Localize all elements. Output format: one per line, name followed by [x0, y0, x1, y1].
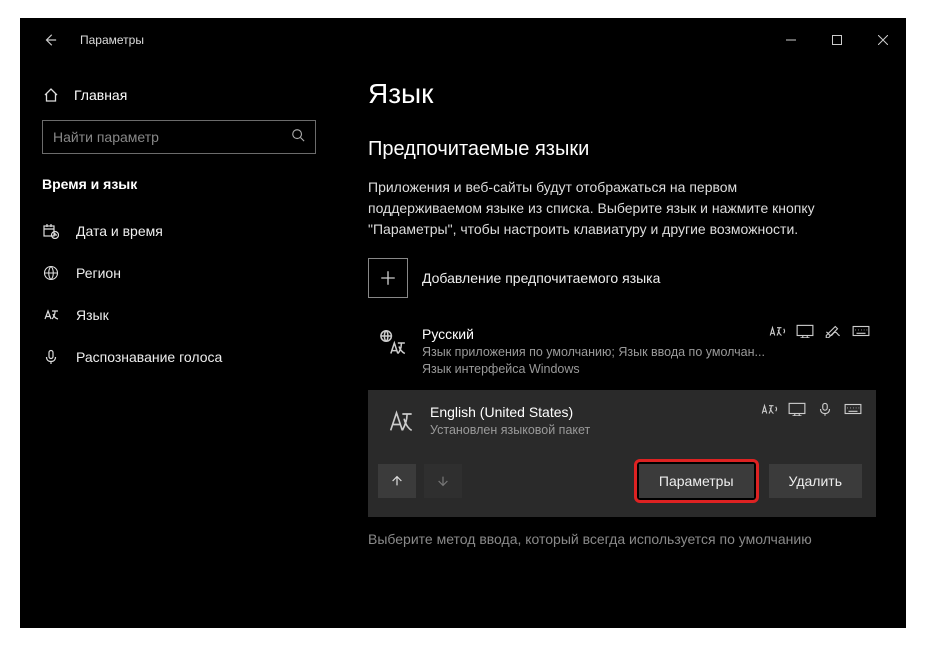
window-body: Главная Время и язык Дата и время Ре: [20, 62, 906, 628]
display-language-icon: [788, 402, 806, 416]
text-to-speech-icon: [760, 402, 778, 416]
sidebar-item-speech[interactable]: Распознавание голоса: [20, 336, 338, 378]
sidebar-item-label: Язык: [76, 307, 109, 323]
maximize-button[interactable]: [814, 24, 860, 56]
speech-icon: [816, 402, 834, 416]
keyboard-icon: [852, 324, 870, 338]
main-content: Язык Предпочитаемые языки Приложения и в…: [338, 62, 906, 628]
section-description: Приложения и веб-сайты будут отображатьс…: [368, 177, 828, 240]
language-subtext-2: Язык интерфейса Windows: [422, 362, 876, 376]
home-icon: [42, 86, 60, 104]
sidebar-item-label: Дата и время: [76, 223, 163, 239]
options-button-label: Параметры: [659, 473, 734, 489]
sidebar-home-label: Главная: [74, 87, 127, 103]
globe-icon: [42, 264, 60, 282]
page-title: Язык: [368, 78, 876, 110]
language-icon: [42, 306, 60, 324]
plus-icon: [368, 258, 408, 298]
settings-window: Параметры Главная: [20, 18, 906, 628]
sidebar-item-label: Распознавание голоса: [76, 349, 222, 365]
language-item-english-selected[interactable]: English (United States) Установлен языко…: [368, 390, 876, 518]
footer-note: Выберите метод ввода, который всегда исп…: [368, 531, 876, 547]
sidebar-item-region[interactable]: Регион: [20, 252, 338, 294]
options-button-highlight: Параметры: [634, 459, 759, 503]
language-action-row: Параметры Удалить: [376, 459, 868, 507]
sidebar-item-label: Регион: [76, 265, 121, 281]
titlebar-left: Параметры: [38, 28, 144, 52]
language-glyph-icon: [376, 326, 408, 360]
add-language-label: Добавление предпочитаемого языка: [422, 270, 660, 286]
window-title: Параметры: [80, 33, 144, 47]
text-to-speech-icon: [768, 324, 786, 338]
titlebar: Параметры: [20, 18, 906, 62]
keyboard-icon: [844, 402, 862, 416]
remove-button-label: Удалить: [789, 473, 842, 489]
window-controls: [768, 24, 906, 56]
move-up-button[interactable]: [378, 464, 416, 498]
search-box[interactable]: [42, 120, 316, 154]
sidebar-item-language[interactable]: Язык: [20, 294, 338, 336]
sidebar-home[interactable]: Главная: [20, 80, 338, 120]
move-down-button[interactable]: [424, 464, 462, 498]
display-language-icon: [796, 324, 814, 338]
language-glyph-icon: [384, 404, 416, 438]
remove-button[interactable]: Удалить: [769, 464, 862, 498]
sidebar-section-header: Время и язык: [20, 176, 338, 210]
search-icon: [291, 128, 305, 147]
language-feature-badges: [760, 402, 862, 416]
handwriting-icon: [824, 324, 842, 338]
section-title: Предпочитаемые языки: [368, 138, 876, 161]
minimize-button[interactable]: [768, 24, 814, 56]
search-input[interactable]: [53, 129, 291, 145]
options-button[interactable]: Параметры: [639, 464, 754, 498]
add-language-button[interactable]: Добавление предпочитаемого языка: [368, 258, 876, 298]
close-button[interactable]: [860, 24, 906, 56]
language-feature-badges: [768, 324, 870, 338]
sidebar: Главная Время и язык Дата и время Ре: [20, 62, 338, 628]
sidebar-item-date-time[interactable]: Дата и время: [20, 210, 338, 252]
language-subtext-1: Установлен языковой пакет: [430, 422, 810, 440]
back-button[interactable]: [38, 28, 62, 52]
calendar-clock-icon: [42, 222, 60, 240]
language-subtext-1: Язык приложения по умолчанию; Язык ввода…: [422, 344, 802, 362]
microphone-icon: [42, 348, 60, 366]
language-item-russian[interactable]: Русский Язык приложения по умолчанию; Яз…: [368, 322, 876, 384]
